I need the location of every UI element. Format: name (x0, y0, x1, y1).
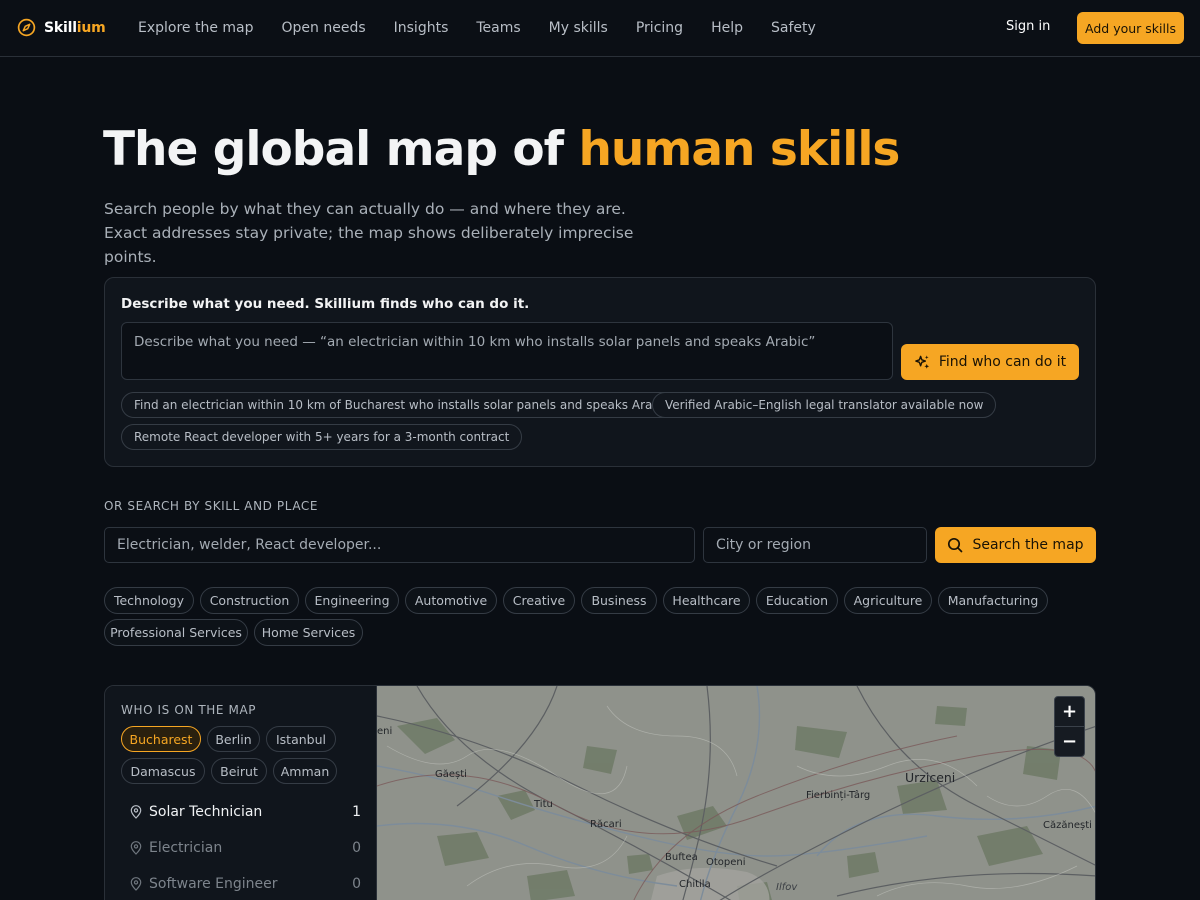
brand-name-part-b: ium (76, 19, 106, 36)
who-is-on-map-label: WHO IS ON THE MAP (121, 703, 257, 717)
brand-name: Skillium (44, 20, 106, 36)
category-chip-creative[interactable]: Creative (503, 587, 575, 614)
nav-help[interactable]: Help (697, 20, 757, 36)
find-who-can-do-it-button[interactable]: Find who can do it (901, 344, 1079, 380)
zoom-in-button[interactable]: + (1055, 697, 1084, 726)
map-pin-icon (130, 877, 142, 891)
nav-pricing[interactable]: Pricing (622, 20, 697, 36)
example-prompt-chip[interactable]: Remote React developer with 5+ years for… (121, 424, 523, 450)
map-zoom-controls: + − (1054, 696, 1085, 757)
brand-logo[interactable]: Skillium (17, 18, 106, 37)
page-subtitle: Search people by what they can actually … (104, 200, 634, 266)
skill-row-software-engineer[interactable]: Software Engineer 0 (121, 869, 361, 899)
map-place-label: Otopeni (706, 857, 746, 868)
need-description-input[interactable]: Describe what you need — “an electrician… (121, 322, 893, 380)
nav-my-skills[interactable]: My skills (535, 20, 622, 36)
skill-name: Software Engineer (149, 876, 278, 892)
category-chip-engineering[interactable]: Engineering (305, 587, 399, 614)
compass-icon (17, 18, 36, 37)
sign-in-link[interactable]: Sign in (1006, 19, 1050, 34)
skill-count: 1 (352, 804, 361, 820)
page-title-highlight: human skills (578, 122, 900, 177)
nav-explore-map[interactable]: Explore the map (124, 20, 268, 36)
nav-insights[interactable]: Insights (380, 20, 463, 36)
map-place-label: Fierbinți-Târg (806, 790, 871, 801)
map-pin-icon (130, 841, 142, 855)
nav-teams[interactable]: Teams (462, 20, 534, 36)
category-chip-home-services[interactable]: Home Services (254, 619, 363, 646)
city-chip-amman[interactable]: Amman (273, 758, 337, 784)
category-chip-professional-services[interactable]: Professional Services (104, 619, 248, 646)
map-place-label: Urziceni (905, 770, 956, 785)
map-place-label: Găești (435, 769, 467, 780)
category-chip-construction[interactable]: Construction (200, 587, 299, 614)
ai-search-heading: Describe what you need. Skillium finds w… (121, 296, 530, 312)
skill-count: 0 (352, 840, 361, 856)
city-chip-beirut[interactable]: Beirut (211, 758, 267, 784)
category-chip-manufacturing[interactable]: Manufacturing (938, 587, 1048, 614)
search-map-label: Search the map (972, 537, 1084, 553)
search-icon (948, 537, 963, 553)
find-button-label: Find who can do it (938, 354, 1067, 370)
skill-row-electrician[interactable]: Electrician 0 (121, 833, 361, 863)
map-place-label: Ilfov (776, 882, 798, 893)
map-pin-icon (130, 805, 142, 819)
city-chip-damascus[interactable]: Damascus (121, 758, 205, 784)
map-place-label: Căzănești (1043, 820, 1092, 831)
map-place-label: eni (377, 726, 393, 737)
category-chip-agriculture[interactable]: Agriculture (844, 587, 932, 614)
category-chip-technology[interactable]: Technology (104, 587, 194, 614)
skill-count: 0 (352, 876, 361, 892)
category-chip-healthcare[interactable]: Healthcare (663, 587, 750, 614)
brand-name-part-a: Skill (44, 19, 77, 36)
main-nav: Explore the map Open needs Insights Team… (124, 0, 830, 56)
top-nav: Skillium Explore the map Open needs Insi… (0, 0, 1200, 57)
skills-map-section: WHO IS ON THE MAP Bucharest Berlin Istan… (104, 685, 1096, 900)
nav-open-needs[interactable]: Open needs (268, 20, 380, 36)
city-chip-bucharest[interactable]: Bucharest (121, 726, 201, 752)
map-place-label: Chitila (679, 879, 711, 890)
ai-search-card: Describe what you need. Skillium finds w… (104, 277, 1096, 467)
sparkles-icon (914, 354, 929, 369)
map-place-label: Răcari (590, 819, 622, 830)
city-chip-berlin[interactable]: Berlin (207, 726, 260, 752)
map-place-label: Buftea (665, 852, 698, 863)
skill-search-input[interactable]: Electrician, welder, React developer... (104, 527, 695, 563)
example-prompt-chip[interactable]: Verified Arabic–English legal translator… (652, 392, 997, 418)
add-your-skills-button[interactable]: Add your skills (1077, 12, 1184, 44)
zoom-out-button[interactable]: − (1055, 727, 1084, 756)
category-chip-business[interactable]: Business (581, 587, 657, 614)
map-sidebar: WHO IS ON THE MAP Bucharest Berlin Istan… (105, 686, 377, 900)
skill-row-solar-technician[interactable]: Solar Technician 1 (121, 797, 361, 827)
search-the-map-button[interactable]: Search the map (935, 527, 1096, 563)
interactive-map[interactable]: eni Găești Titu Răcari Buftea Otopeni Ch… (377, 686, 1095, 900)
category-chip-automotive[interactable]: Automotive (405, 587, 497, 614)
category-chip-education[interactable]: Education (756, 587, 838, 614)
city-chip-istanbul[interactable]: Istanbul (266, 726, 336, 752)
example-prompt-chip[interactable]: Find an electrician within 10 km of Buch… (121, 392, 683, 418)
skill-name: Electrician (149, 840, 223, 856)
nav-safety[interactable]: Safety (757, 20, 830, 36)
map-place-label: Titu (534, 799, 553, 810)
page-title-plain: The global map of (103, 122, 579, 177)
city-region-input[interactable]: City or region (703, 527, 927, 563)
skill-place-search-label: OR SEARCH BY SKILL AND PLACE (104, 499, 319, 513)
skill-name: Solar Technician (149, 804, 263, 820)
page-title: The global map of human skills (103, 122, 900, 177)
